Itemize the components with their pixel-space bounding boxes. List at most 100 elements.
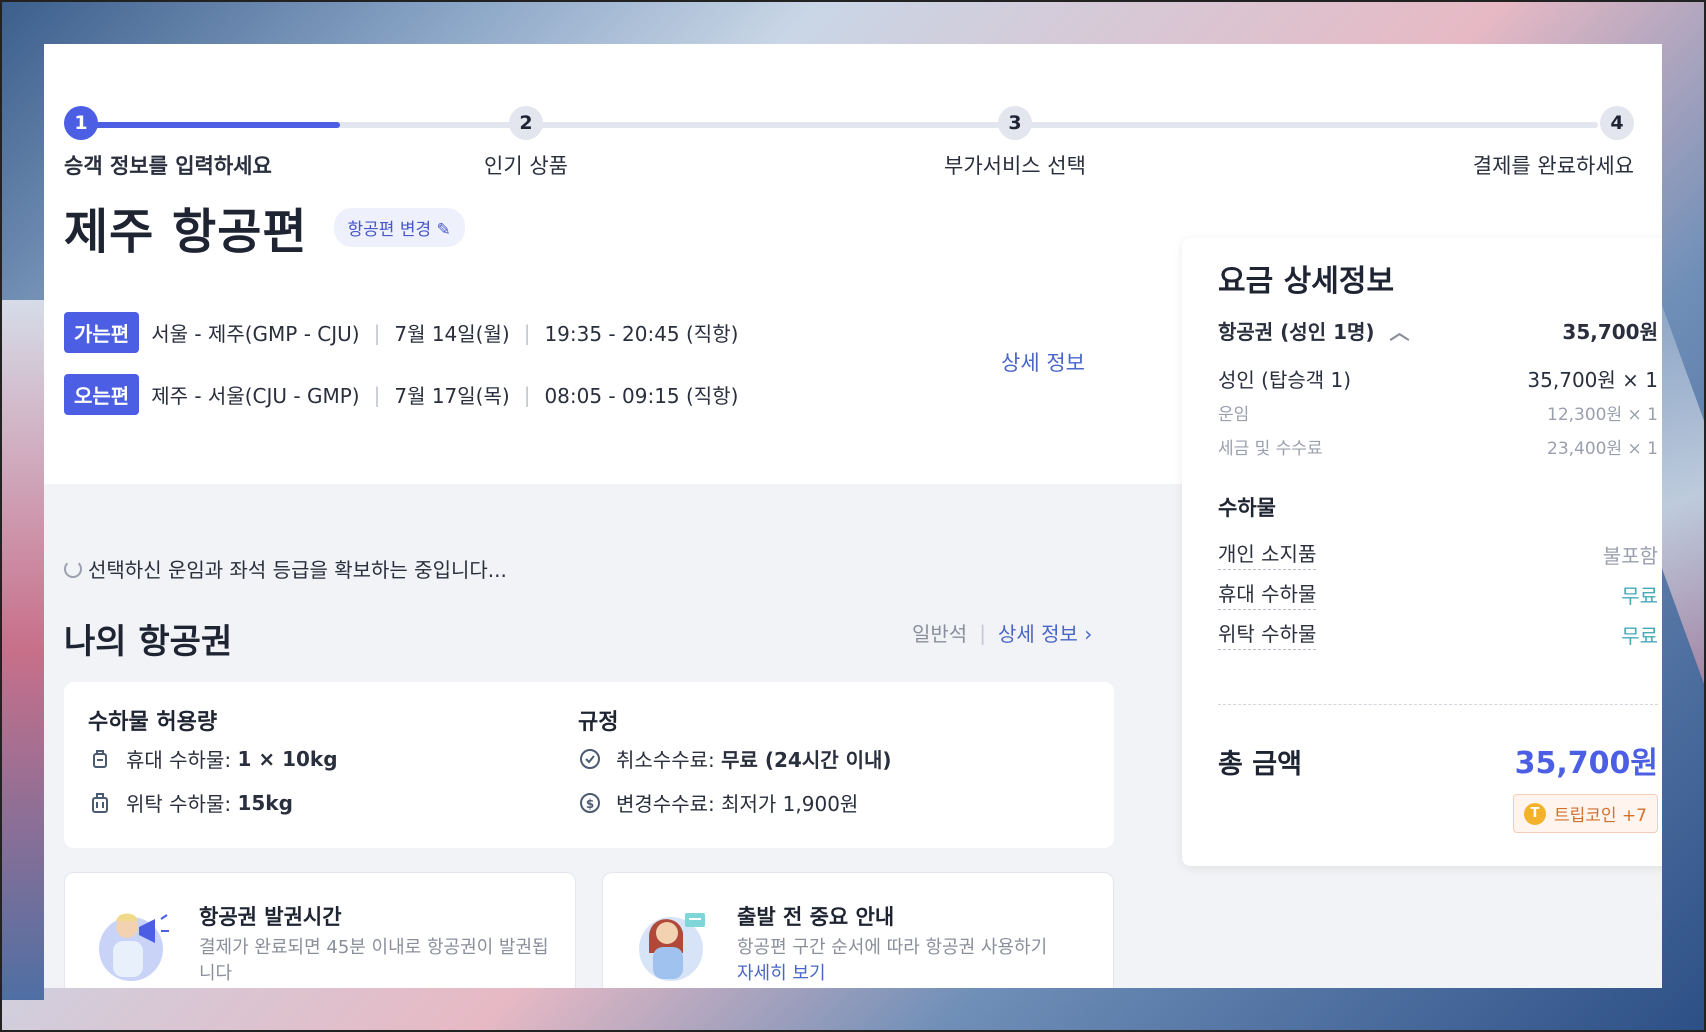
divider: |	[523, 382, 531, 407]
ticket-label-text: 항공권 (성인 1명)	[1218, 320, 1375, 344]
step-number: 3	[997, 106, 1032, 140]
divider: |	[373, 382, 381, 407]
card-description-text: 항공편 구간 순서에 따라 항공권 사용하기	[737, 937, 1048, 958]
spinner-icon	[64, 559, 82, 578]
ticket-detail-link[interactable]: 상세 정보 ›	[998, 618, 1092, 647]
loading-text: 선택하신 운임과 좌석 등급을 확보하는 중입니다...	[88, 558, 507, 582]
divider: |	[979, 620, 986, 645]
card-title: 항공권 발권시간	[199, 905, 342, 929]
checked-line: 위탁 수하물: 15kg	[88, 788, 293, 817]
carry-on-value: 무료	[1621, 583, 1658, 608]
cancel-fee-value: 무료 (24시간 이내)	[721, 748, 892, 772]
step-number: 4	[1600, 106, 1634, 140]
background-decoration	[0, 300, 44, 1000]
tax-row: 세금 및 수수료 23,400원 × 1	[1218, 434, 1658, 459]
ticket-group-row[interactable]: 항공권 (성인 1명) ︿ 35,700원	[1218, 316, 1658, 345]
step-3: 3 부가서비스 선택	[944, 106, 1086, 180]
page-header: 제주 항공편 항공편 변경 ✎	[64, 192, 465, 262]
flight-date: 7월 14일(월)	[394, 322, 510, 346]
card-title: 출발 전 중요 안내	[737, 905, 895, 929]
fare-row: 운임 12,300원 × 1	[1218, 400, 1658, 425]
booking-panel: 1 승객 정보를 입력하세요 2 인기 상품 3 부가서비스 선택 4 결제를 …	[44, 44, 1662, 988]
step-number: 1	[64, 106, 98, 140]
carry-on-label[interactable]: 휴대 수하물	[1218, 578, 1317, 610]
progress-stepper: 1 승객 정보를 입력하세요 2 인기 상품 3 부가서비스 선택 4 결제를 …	[64, 74, 1634, 178]
svg-text:$: $	[586, 797, 594, 811]
baggage-title: 수하물 허용량	[88, 710, 218, 735]
flight-date: 7월 17일(목)	[394, 384, 510, 408]
total-amount: 35,700원	[1514, 746, 1658, 781]
carry-on-value: 1 × 10kg	[237, 746, 338, 771]
change-fee-label: 변경수수료:	[616, 792, 715, 816]
step-4: 4 결제를 완료하세요	[1473, 106, 1634, 180]
coin-icon: T	[1523, 802, 1546, 825]
ticket-info-card: 수하물 허용량 휴대 수하물: 1 × 10kg 위탁 수하물: 15kg 규정…	[64, 682, 1114, 848]
ticket-group-label: 항공권 (성인 1명) ︿	[1218, 316, 1410, 345]
adult-value: 35,700원 × 1	[1527, 368, 1658, 392]
rules-title: 규정	[578, 710, 619, 735]
fare-summary-panel: 요금 상세정보 항공권 (성인 1명) ︿ 35,700원 성인 (탑승객 1)…	[1182, 238, 1662, 866]
divider: |	[373, 320, 381, 345]
traveler-illustration	[639, 913, 705, 981]
seat-class-row: 일반석 | 상세 정보 ›	[912, 618, 1092, 647]
checked-value: 무료	[1621, 623, 1658, 648]
return-tag: 오는편	[64, 374, 140, 415]
step-number: 2	[508, 106, 543, 140]
page-title: 제주 항공편	[64, 204, 308, 260]
dollar-circle-icon: $	[578, 791, 602, 815]
carry-on-bag-icon	[88, 747, 112, 771]
megaphone-person-illustration	[99, 913, 169, 981]
trip-coin-badge: T 트립코인 +7	[1512, 794, 1658, 833]
return-flight: 오는편 제주 - 서울(CJU - GMP) | 7월 17일(목) | 08:…	[64, 374, 738, 415]
carry-on-line: 휴대 수하물: 1 × 10kg	[88, 744, 338, 773]
total-label: 총 금액	[1218, 749, 1302, 780]
seat-class: 일반석	[912, 622, 968, 646]
checked-value: 15kg	[237, 790, 293, 815]
step-label: 승객 정보를 입력하세요	[64, 154, 272, 178]
divider: |	[523, 320, 531, 345]
cancel-fee-line: 취소수수료: 무료 (24시간 이내)	[578, 744, 892, 773]
flight-detail-link[interactable]: 상세 정보	[1001, 347, 1085, 377]
departure-notice-card: 출발 전 중요 안내 항공편 구간 순서에 따라 항공권 사용하기 자세히 보기	[602, 872, 1114, 988]
change-flight-button[interactable]: 항공편 변경 ✎	[333, 207, 465, 247]
change-fee-value: 최저가 1,900원	[721, 792, 859, 816]
step-label: 인기 상품	[484, 154, 568, 178]
divider	[1218, 704, 1658, 705]
baggage-section-title: 수하물	[1218, 496, 1276, 520]
checked-row: 위탁 수하물 무료	[1218, 618, 1658, 650]
cancel-fee-label: 취소수수료:	[616, 748, 715, 772]
pencil-icon: ✎	[436, 219, 451, 240]
suitcase-icon	[88, 791, 112, 815]
carry-on-label: 휴대 수하물:	[126, 748, 232, 772]
personal-item-value: 불포함	[1602, 543, 1658, 568]
flight-time: 19:35 - 20:45 (직항)	[544, 322, 739, 346]
flight-time: 08:05 - 09:15 (직항)	[544, 384, 739, 408]
more-info-link[interactable]: 자세히 보기	[737, 963, 826, 984]
adult-row: 성인 (탑승객 1) 35,700원 × 1	[1218, 364, 1658, 393]
step-1: 1 승객 정보를 입력하세요	[64, 106, 272, 180]
checked-label[interactable]: 위탁 수하물	[1218, 618, 1317, 650]
card-description: 항공편 구간 순서에 따라 항공권 사용하기 자세히 보기	[737, 935, 1097, 987]
summary-title: 요금 상세정보	[1218, 264, 1395, 299]
fare-label: 운임	[1218, 405, 1250, 425]
outbound-tag: 가는편	[64, 312, 140, 353]
ticket-total: 35,700원	[1562, 320, 1658, 344]
my-ticket-title: 나의 항공권	[64, 622, 233, 662]
outbound-flight: 가는편 서울 - 제주(GMP - CJU) | 7월 14일(월) | 19:…	[64, 312, 738, 353]
check-circle-icon	[578, 747, 602, 771]
personal-item-row: 개인 소지품 불포함	[1218, 538, 1658, 570]
flight-route: 제주 - 서울(CJU - GMP)	[151, 384, 360, 408]
tax-label: 세금 및 수수료	[1218, 439, 1323, 459]
flight-route: 서울 - 제주(GMP - CJU)	[151, 322, 360, 346]
chevron-up-icon: ︿	[1389, 320, 1410, 344]
step-2: 2 인기 상품	[484, 106, 568, 180]
fare-value: 12,300원 × 1	[1547, 405, 1658, 425]
loading-status: 선택하신 운임과 좌석 등급을 확보하는 중입니다...	[64, 554, 507, 583]
tax-value: 23,400원 × 1	[1547, 439, 1658, 459]
change-fee-line: $ 변경수수료: 최저가 1,900원	[578, 788, 858, 817]
ticketing-time-card: 항공권 발권시간 결제가 완료되면 45분 이내로 항공권이 발권됩니다	[64, 872, 576, 988]
card-description: 결제가 완료되면 45분 이내로 항공권이 발권됩니다	[199, 937, 549, 984]
adult-label: 성인 (탑승객 1)	[1218, 368, 1352, 392]
checked-label: 위탁 수하물:	[126, 792, 232, 816]
personal-item-label[interactable]: 개인 소지품	[1218, 538, 1317, 570]
